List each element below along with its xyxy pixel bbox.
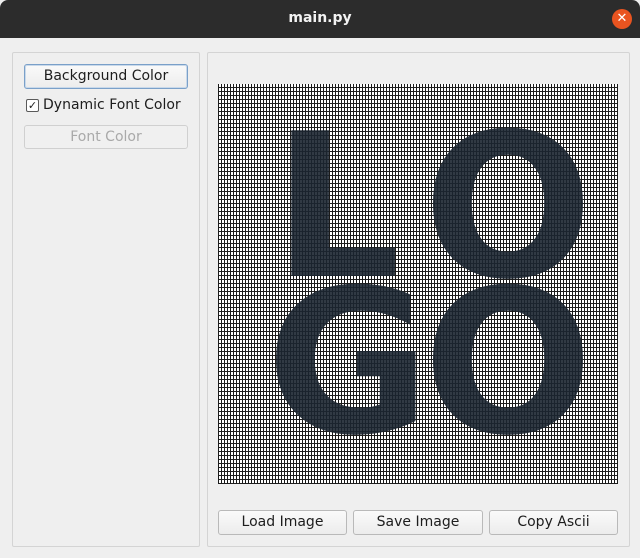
logo-letter: O: [423, 247, 593, 480]
font-color-button: Font Color: [24, 125, 188, 149]
app-window: main.py ✕ Background Color ✓ Dynamic Fon…: [0, 0, 640, 558]
dynamic-font-color-label: Dynamic Font Color: [43, 97, 181, 113]
title-bar[interactable]: main.py ✕: [0, 0, 640, 38]
background-color-button[interactable]: Background Color: [24, 64, 188, 89]
ascii-art-preview: L O G O: [218, 84, 618, 484]
save-image-button[interactable]: Save Image: [353, 510, 483, 535]
close-icon[interactable]: ✕: [612, 9, 632, 29]
logo-letter: G: [266, 247, 430, 480]
window-title: main.py: [288, 10, 352, 26]
load-image-button[interactable]: Load Image: [218, 510, 347, 535]
copy-ascii-button[interactable]: Copy Ascii: [489, 510, 618, 535]
logo-image: L O G O: [266, 91, 593, 480]
dynamic-font-color-checkbox[interactable]: ✓: [26, 99, 39, 112]
